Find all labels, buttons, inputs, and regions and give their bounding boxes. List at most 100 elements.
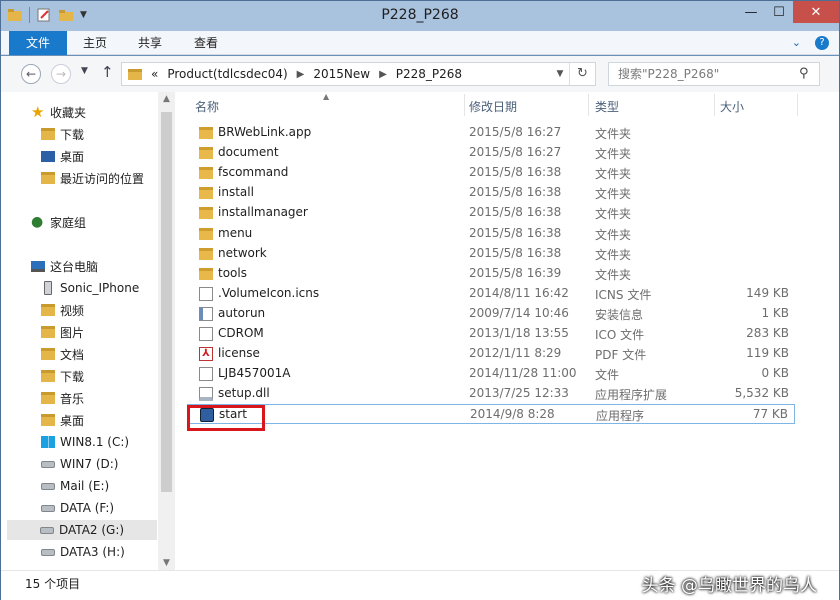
- address-history-icon[interactable]: ▼: [551, 69, 569, 79]
- file-name: CDROM: [218, 326, 264, 340]
- scrollbar-thumb[interactable]: [161, 112, 172, 492]
- file-row[interactable]: ⅄ license 2012/1/11 8:29 PDF 文件 119 KB: [187, 344, 795, 364]
- file-row[interactable]: document 2015/5/8 16:27 文件夹: [187, 143, 795, 163]
- nav-homegroup[interactable]: ● 家庭组: [31, 212, 86, 232]
- desktop-icon: [41, 414, 55, 426]
- file-type: 文件夹: [595, 167, 632, 182]
- tab-home[interactable]: 主页: [83, 31, 107, 55]
- scroll-down-icon[interactable]: ▼: [158, 558, 175, 568]
- search-icon[interactable]: ⚲: [799, 66, 832, 81]
- nav-item-desktop-pc[interactable]: 桌面: [41, 410, 84, 430]
- nav-label: 这台电脑: [50, 259, 99, 274]
- navigation-pane: ★ 收藏夹 下载 桌面 最近访问的位置 ● 家庭组 这台电脑 Sonic_IPh…: [1, 92, 158, 570]
- file-date: 2015/5/8 16:38: [469, 245, 562, 260]
- breadcrumb-item[interactable]: Product(tdlcsdec04): [167, 67, 287, 81]
- nav-label: 文档: [60, 347, 85, 362]
- breadcrumb-item[interactable]: P228_P268: [396, 67, 462, 81]
- tab-view[interactable]: 查看: [194, 31, 218, 55]
- nav-label: WIN8.1 (C:): [60, 435, 130, 449]
- file-row[interactable]: menu 2015/5/8 16:38 文件夹: [187, 224, 795, 244]
- nav-item-recent[interactable]: 最近访问的位置: [41, 168, 144, 188]
- nav-label: 图片: [60, 325, 85, 340]
- tab-share[interactable]: 共享: [138, 31, 162, 55]
- file-type: ICNS 文件: [595, 287, 652, 302]
- file-date: 2015/5/8 16:27: [469, 125, 562, 139]
- folder-icon: [199, 227, 213, 240]
- column-divider[interactable]: [464, 94, 465, 116]
- nav-item-downloads-pc[interactable]: 下载: [41, 366, 84, 386]
- file-row[interactable]: LJB457001A 2014/11/28 11:00 文件 0 KB: [187, 364, 795, 384]
- expand-ribbon-icon[interactable]: ⌄: [792, 36, 801, 50]
- nav-item-drive-d[interactable]: WIN7 (D:): [41, 454, 118, 474]
- nav-label: 下载: [60, 127, 85, 142]
- recent-locations-icon[interactable]: ▼: [81, 66, 88, 76]
- breadcrumb-item[interactable]: 2015New: [313, 67, 370, 81]
- address-bar[interactable]: « Product(tdlcsdec04) ▶ 2015New ▶ P228_P…: [121, 62, 596, 86]
- nav-item-desktop[interactable]: 桌面: [41, 146, 84, 166]
- file-row[interactable]: fscommand 2015/5/8 16:38 文件夹: [187, 163, 795, 183]
- maximize-button[interactable]: ☐: [765, 1, 793, 23]
- file-type: 文件夹: [595, 147, 632, 162]
- file-row[interactable]: installmanager 2015/5/8 16:38 文件夹: [187, 203, 795, 223]
- file-row[interactable]: setup.dll 2013/7/25 12:33 应用程序扩展 5,532 KB: [187, 384, 795, 404]
- scroll-up-icon[interactable]: ▲: [158, 94, 175, 104]
- nav-item-drive-c[interactable]: WIN8.1 (C:): [41, 432, 129, 452]
- file-size: 119 KB: [746, 346, 789, 361]
- nav-item-documents[interactable]: 文档: [41, 344, 84, 364]
- file-row[interactable]: autorun 2009/7/14 10:46 安装信息 1 KB: [187, 304, 795, 324]
- nav-item-videos[interactable]: 视频: [41, 300, 84, 320]
- nav-label: DATA3 (H:): [60, 545, 125, 559]
- search-input[interactable]: 搜索"P228_P268": [608, 62, 820, 86]
- nav-item-downloads[interactable]: 下载: [41, 124, 84, 144]
- column-divider[interactable]: [797, 94, 798, 116]
- file-row[interactable]: tools 2015/5/8 16:39 文件夹: [187, 264, 795, 284]
- file-date: 2014/8/11 16:42: [469, 285, 569, 300]
- tab-file[interactable]: 文件: [9, 31, 67, 55]
- nav-label: 收藏夹: [50, 105, 87, 120]
- file-name: setup.dll: [218, 386, 270, 401]
- forward-button[interactable]: →: [51, 64, 71, 84]
- column-divider[interactable]: [714, 94, 715, 116]
- file-row[interactable]: CDROM 2013/1/18 13:55 ICO 文件 283 KB: [187, 324, 795, 344]
- column-header-name[interactable]: 名称: [195, 98, 219, 116]
- nav-label: DATA (F:): [60, 501, 115, 515]
- windows-drive-icon: [41, 436, 55, 448]
- downloads-icon: [41, 128, 55, 140]
- file-name: BRWebLink.app: [218, 125, 312, 139]
- refresh-icon[interactable]: ↻: [569, 63, 595, 85]
- file-name: installmanager: [218, 205, 308, 220]
- file-size: 149 KB: [746, 285, 789, 300]
- back-button[interactable]: ←: [21, 64, 41, 84]
- breadcrumb-overflow[interactable]: «: [151, 67, 158, 81]
- nav-item-music[interactable]: 音乐: [41, 388, 84, 408]
- nav-scrollbar[interactable]: ▲ ▼: [158, 92, 175, 570]
- file-row[interactable]: install 2015/5/8 16:38 文件夹: [187, 183, 795, 203]
- file-date: 2015/5/8 16:38: [469, 225, 562, 240]
- drive-icon: [41, 460, 55, 468]
- nav-thispc[interactable]: 这台电脑: [31, 256, 98, 276]
- nav-item-drive-h[interactable]: DATA3 (H:): [41, 542, 125, 562]
- nav-item-pictures[interactable]: 图片: [41, 322, 84, 342]
- column-header-size[interactable]: 大小: [720, 98, 744, 116]
- file-row[interactable]: BRWebLink.app 2015/5/8 16:27 文件夹: [187, 123, 795, 143]
- column-header-type[interactable]: 类型: [595, 98, 619, 116]
- file-row[interactable]: .VolumeIcon.icns 2014/8/11 16:42 ICNS 文件 14…: [187, 284, 795, 304]
- file-row[interactable]: network 2015/5/8 16:38 文件夹: [187, 244, 795, 264]
- help-icon[interactable]: ?: [815, 36, 829, 50]
- column-divider[interactable]: [588, 94, 589, 116]
- nav-item-phone[interactable]: Sonic_IPhone: [41, 278, 139, 298]
- minimize-button[interactable]: —: [737, 1, 765, 23]
- nav-item-drive-e[interactable]: Mail (E:): [41, 476, 109, 496]
- nav-item-drive-g[interactable]: DATA2 (G:): [7, 520, 157, 540]
- drive-icon: [41, 482, 55, 490]
- homegroup-icon: ●: [31, 214, 44, 230]
- nav-favorites[interactable]: ★ 收藏夹: [31, 102, 86, 122]
- chevron-right-icon[interactable]: ▶: [379, 69, 387, 80]
- file-row[interactable]: start 2014/9/8 8:28 应用程序 77 KB: [187, 404, 795, 425]
- up-button[interactable]: ↑: [101, 63, 114, 81]
- close-button[interactable]: ✕: [793, 1, 839, 23]
- chevron-right-icon[interactable]: ▶: [297, 69, 305, 80]
- pictures-icon: [41, 326, 55, 338]
- column-header-date[interactable]: 修改日期: [469, 98, 517, 116]
- nav-item-drive-f[interactable]: DATA (F:): [41, 498, 114, 518]
